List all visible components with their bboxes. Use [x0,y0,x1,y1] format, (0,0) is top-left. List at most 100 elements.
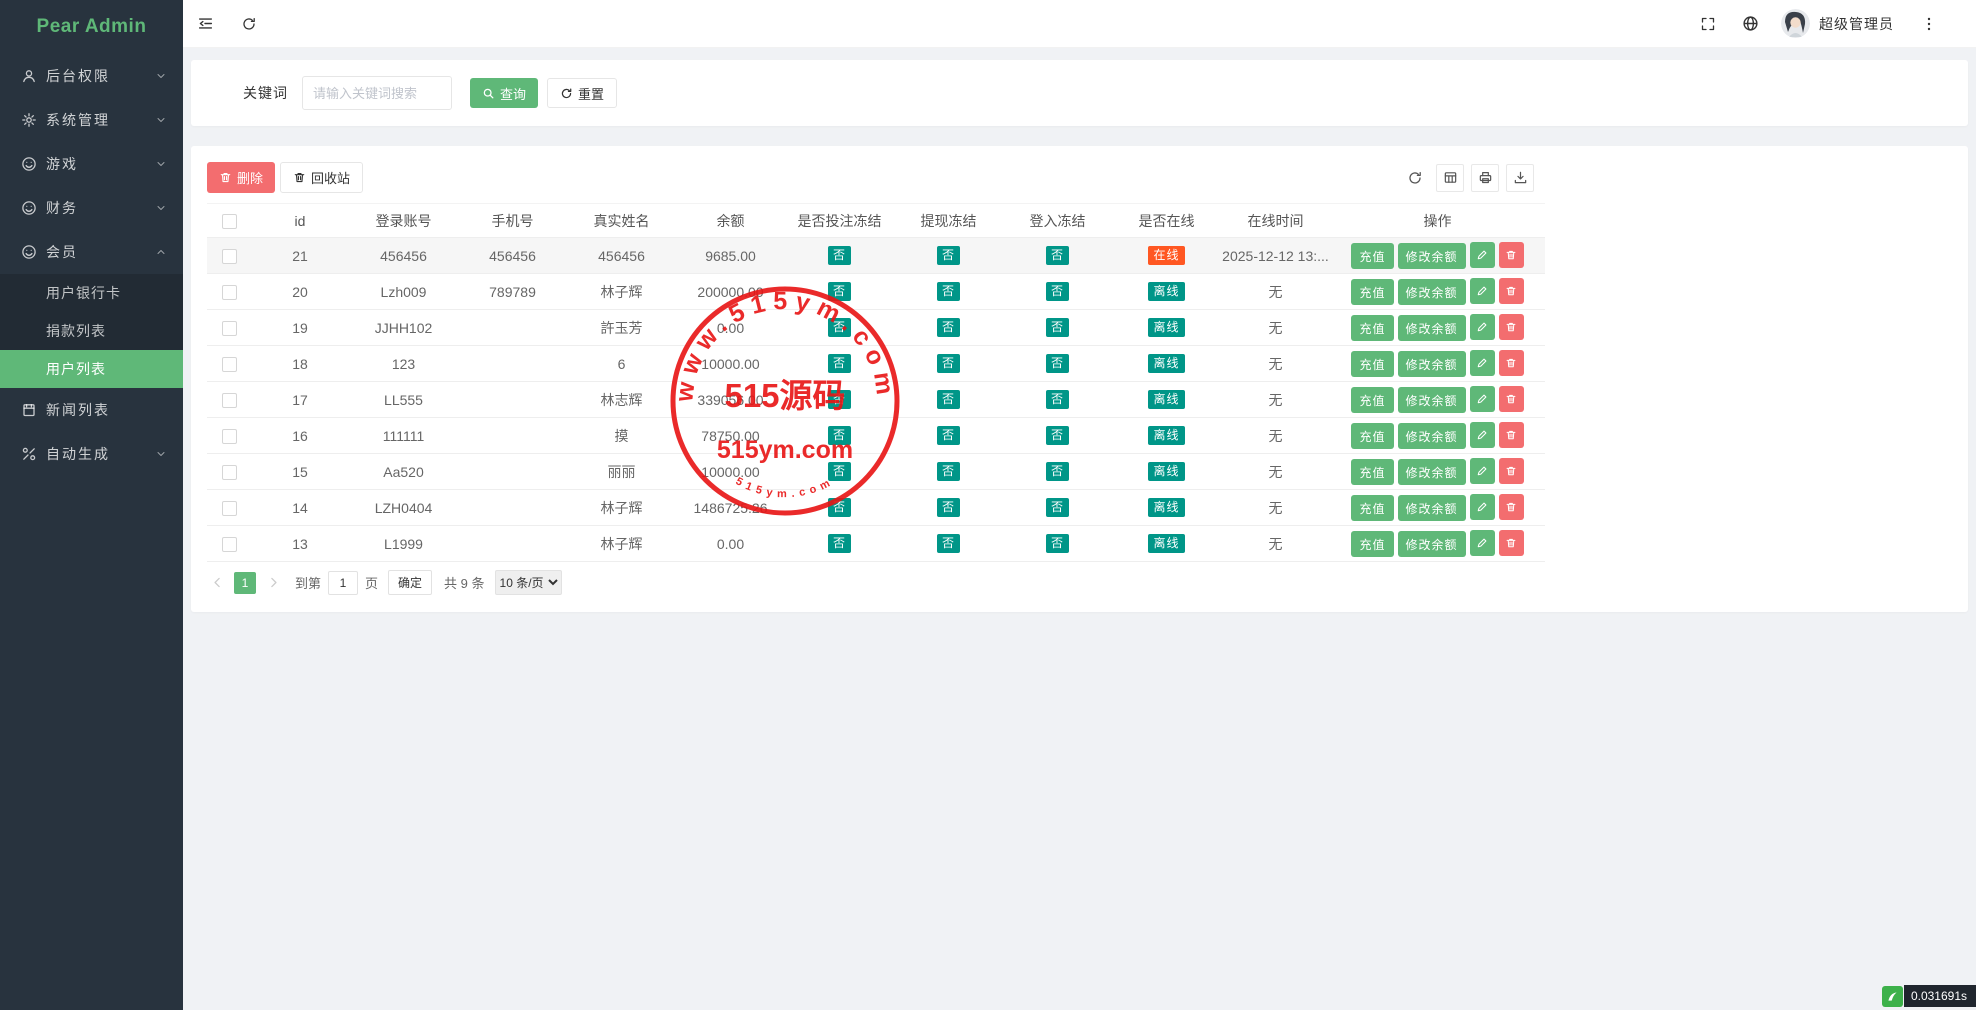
sidebar-item-auto-generate[interactable]: 自动生成 [0,432,183,476]
print-button[interactable] [1471,164,1499,192]
cell-online-status: 离线 [1112,454,1221,490]
modify-balance-button[interactable]: 修改余额 [1398,351,1466,377]
recharge-button[interactable]: 充值 [1351,315,1393,341]
user-name[interactable]: 超级管理员 [1819,14,1894,34]
edit-button[interactable] [1470,458,1495,484]
modify-balance-button[interactable]: 修改余额 [1398,495,1466,521]
edit-button[interactable] [1470,422,1495,448]
sidebar-item-news-list[interactable]: 新闻列表 [0,388,183,432]
page-size-select[interactable]: 10 条/页 [495,570,562,595]
page-number-active[interactable]: 1 [234,572,256,594]
thinkphp-icon[interactable] [1882,986,1903,1007]
cell-actions: 充值修改余额 [1330,418,1545,454]
sidebar-item-member[interactable]: 会员 [0,230,183,274]
recharge-button[interactable]: 充值 [1351,387,1393,413]
row-checkbox[interactable] [222,429,237,444]
bet-frozen-badge: 否 [828,462,851,481]
cell-balance: 9685.00 [676,238,785,274]
recharge-button[interactable]: 充值 [1351,531,1393,557]
select-all-checkbox[interactable] [222,214,237,229]
refresh-page-button[interactable] [227,0,271,48]
recycle-bin-button[interactable]: 回收站 [280,162,363,193]
sidebar-item-game[interactable]: 游戏 [0,142,183,186]
delete-row-button[interactable] [1499,422,1524,448]
sidebar-subitem[interactable]: 捐款列表 [0,312,183,350]
goto-page-input[interactable] [328,571,358,595]
cell-account: JJHH102 [349,310,458,346]
row-checkbox[interactable] [222,249,237,264]
recharge-button[interactable]: 充值 [1351,243,1393,269]
sidebar-item-system-manage[interactable]: 系统管理 [0,98,183,142]
table-refresh-button[interactable] [1401,164,1429,192]
recharge-button[interactable]: 充值 [1351,495,1393,521]
row-checkbox[interactable] [222,393,237,408]
row-checkbox[interactable] [222,321,237,336]
delete-row-button[interactable] [1499,350,1524,376]
delete-row-button[interactable] [1499,530,1524,556]
sidebar-subitem[interactable]: 用户银行卡 [0,274,183,312]
modify-balance-button[interactable]: 修改余额 [1398,459,1466,485]
recharge-button[interactable]: 充值 [1351,279,1393,305]
recharge-button[interactable]: 充值 [1351,423,1393,449]
batch-delete-button[interactable]: 删除 [207,162,275,193]
delete-row-button[interactable] [1499,314,1524,340]
cell-phone: 456456 [458,238,567,274]
pencil-icon [1476,429,1488,441]
pencil-icon [1476,501,1488,513]
column-filter-button[interactable] [1436,164,1464,192]
edit-button[interactable] [1470,350,1495,376]
row-checkbox-cell [207,454,251,490]
search-input[interactable] [302,76,452,110]
cell-actions: 充值修改余额 [1330,490,1545,526]
bet-frozen-badge: 否 [828,318,851,337]
pencil-icon [1476,465,1488,477]
reset-button[interactable]: 重置 [547,78,617,108]
export-button[interactable] [1506,164,1534,192]
edit-button[interactable] [1470,494,1495,520]
modify-balance-button[interactable]: 修改余额 [1398,243,1466,269]
column-header: 是否在线 [1112,204,1221,238]
query-button[interactable]: 查询 [470,78,538,108]
sidebar-subitem[interactable]: 用户列表 [0,350,183,388]
modify-balance-button[interactable]: 修改余额 [1398,423,1466,449]
cell-balance: 10000.00 [676,454,785,490]
avatar[interactable] [1781,9,1810,38]
edit-button[interactable] [1470,386,1495,412]
modify-balance-button[interactable]: 修改余额 [1398,387,1466,413]
edit-button[interactable] [1470,242,1495,268]
goto-confirm-button[interactable]: 确定 [388,570,432,595]
recharge-button[interactable]: 充值 [1351,459,1393,485]
delete-row-button[interactable] [1499,494,1524,520]
cell-bet-frozen: 否 [785,238,894,274]
collapse-sidebar-button[interactable] [183,0,227,48]
bet-frozen-badge: 否 [828,390,851,409]
row-checkbox[interactable] [222,501,237,516]
next-page-button[interactable] [263,572,283,594]
cell-actions: 充值修改余额 [1330,310,1545,346]
modify-balance-button[interactable]: 修改余额 [1398,279,1466,305]
language-button[interactable] [1729,0,1771,48]
row-checkbox[interactable] [222,357,237,372]
delete-row-button[interactable] [1499,458,1524,484]
edit-button[interactable] [1470,530,1495,556]
cell-name: 林子辉 [567,526,676,562]
edit-button[interactable] [1470,314,1495,340]
prev-page-button[interactable] [207,572,227,594]
more-menu-button[interactable] [1908,0,1950,48]
edit-button[interactable] [1470,278,1495,304]
row-checkbox[interactable] [222,537,237,552]
fullscreen-button[interactable] [1687,0,1729,48]
row-checkbox[interactable] [222,285,237,300]
sidebar-item-backend-auth[interactable]: 后台权限 [0,54,183,98]
modify-balance-button[interactable]: 修改余额 [1398,315,1466,341]
delete-row-button[interactable] [1499,242,1524,268]
delete-row-button[interactable] [1499,386,1524,412]
table-row: 13L1999林子辉0.00否否否离线无充值修改余额 [207,526,1545,562]
chevron-up-icon [155,246,167,258]
row-checkbox[interactable] [222,465,237,480]
modify-balance-button[interactable]: 修改余额 [1398,531,1466,557]
sidebar-item-finance[interactable]: 财务 [0,186,183,230]
delete-row-button[interactable] [1499,278,1524,304]
recharge-button[interactable]: 充值 [1351,351,1393,377]
gear-icon [21,112,37,128]
